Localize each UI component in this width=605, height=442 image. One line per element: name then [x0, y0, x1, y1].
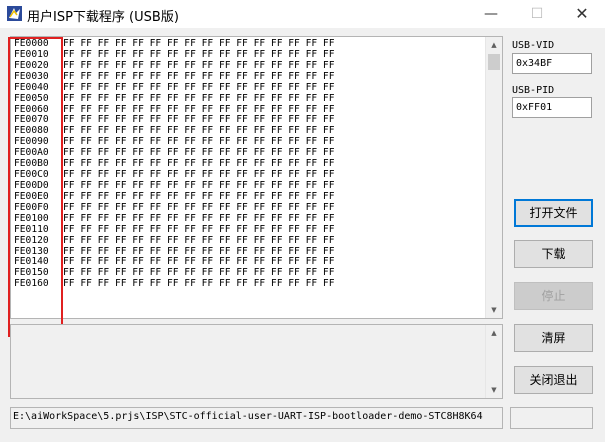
hex-bytes: FF FF FF FF FF FF FF FF FF FF FF FF FF F…: [63, 59, 335, 71]
hex-lines: FE0000 FF FF FF FF FF FF FF FF FF FF FF F…: [14, 38, 335, 290]
hex-bytes: FF FF FF FF FF FF FF FF FF FF FF FF FF F…: [63, 136, 335, 148]
scrollbar-thumb[interactable]: [488, 54, 500, 70]
scroll-down-arrow-icon[interactable]: ▼: [486, 302, 502, 318]
log-output[interactable]: ▲ ▼: [10, 324, 503, 399]
hex-view-scrollbar[interactable]: ▲ ▼: [485, 37, 502, 318]
hex-bytes: FF FF FF FF FF FF FF FF FF FF FF FF FF F…: [63, 190, 335, 202]
hex-bytes: FF FF FF FF FF FF FF FF FF FF FF FF FF F…: [63, 212, 335, 224]
open-file-button[interactable]: 打开文件: [514, 199, 593, 227]
maximize-button[interactable]: ☐: [514, 0, 560, 28]
hex-address: FE0040: [14, 81, 49, 93]
hex-bytes: FF FF FF FF FF FF FF FF FF FF FF FF FF F…: [63, 70, 335, 82]
hex-address: FE0120: [14, 234, 49, 246]
status-bar-extra: [510, 407, 593, 429]
hex-bytes: FF FF FF FF FF FF FF FF FF FF FF FF FF F…: [63, 234, 335, 246]
hex-bytes: FF FF FF FF FF FF FF FF FF FF FF FF FF F…: [63, 169, 335, 181]
hex-bytes: FF FF FF FF FF FF FF FF FF FF FF FF FF F…: [63, 179, 335, 191]
usb-pid-field[interactable]: 0xFF01: [512, 97, 592, 118]
hex-view[interactable]: FE0000 FF FF FF FF FF FF FF FF FF FF FF F…: [10, 36, 503, 319]
scroll-up-arrow-icon[interactable]: ▲: [486, 325, 502, 341]
hex-bytes: FF FF FF FF FF FF FF FF FF FF FF FF FF F…: [63, 223, 335, 235]
hex-bytes: FF FF FF FF FF FF FF FF FF FF FF FF FF F…: [63, 147, 335, 159]
scroll-up-arrow-icon[interactable]: ▲: [486, 37, 502, 53]
close-button[interactable]: ✕: [559, 0, 605, 28]
usb-vid-field[interactable]: 0x34BF: [512, 53, 592, 74]
hex-bytes: FF FF FF FF FF FF FF FF FF FF FF FF FF F…: [63, 92, 335, 104]
hex-bytes: FF FF FF FF FF FF FF FF FF FF FF FF FF F…: [63, 114, 335, 126]
hex-bytes: FF FF FF FF FF FF FF FF FF FF FF FF FF F…: [63, 267, 335, 279]
log-scrollbar[interactable]: ▲ ▼: [485, 325, 502, 398]
hex-line: FE0160 FF FF FF FF FF FF FF FF FF FF FF F…: [14, 278, 335, 290]
hex-address: FE0050: [14, 92, 49, 104]
hex-bytes: FF FF FF FF FF FF FF FF FF FF FF FF FF F…: [63, 256, 335, 268]
hex-bytes: FF FF FF FF FF FF FF FF FF FF FF FF FF F…: [63, 201, 335, 213]
hex-bytes: FF FF FF FF FF FF FF FF FF FF FF FF FF F…: [63, 125, 335, 137]
usb-pid-label: USB-PID: [512, 85, 555, 96]
hex-bytes: FF FF FF FF FF FF FF FF FF FF FF FF FF F…: [63, 158, 335, 170]
hex-address: FE0110: [14, 223, 49, 235]
scroll-down-arrow-icon[interactable]: ▼: [486, 382, 502, 398]
hex-bytes: FF FF FF FF FF FF FF FF FF FF FF FF FF F…: [63, 48, 335, 60]
title-bar: 用户ISP下载程序 (USB版) — ☐ ✕: [0, 0, 605, 28]
status-bar-path: E:\aiWorkSpace\5.prjs\ISP\STC-official-u…: [10, 407, 503, 429]
app-icon: [7, 6, 22, 21]
hex-address: FE0160: [14, 278, 49, 290]
clear-screen-button[interactable]: 清屏: [514, 324, 593, 352]
minimize-button[interactable]: —: [468, 0, 514, 28]
download-button[interactable]: 下载: [514, 240, 593, 268]
close-exit-button[interactable]: 关闭退出: [514, 366, 593, 394]
hex-bytes: FF FF FF FF FF FF FF FF FF FF FF FF FF F…: [63, 38, 335, 49]
file-path-text: E:\aiWorkSpace\5.prjs\ISP\STC-official-u…: [13, 411, 483, 422]
stop-button: 停止: [514, 282, 593, 310]
usb-vid-label: USB-VID: [512, 40, 555, 51]
hex-bytes: FF FF FF FF FF FF FF FF FF FF FF FF FF F…: [63, 81, 335, 93]
hex-bytes: FF FF FF FF FF FF FF FF FF FF FF FF FF F…: [63, 278, 335, 290]
hex-bytes: FF FF FF FF FF FF FF FF FF FF FF FF FF F…: [63, 103, 335, 115]
window-title: 用户ISP下载程序 (USB版): [27, 10, 179, 25]
hex-bytes: FF FF FF FF FF FF FF FF FF FF FF FF FF F…: [63, 245, 335, 257]
